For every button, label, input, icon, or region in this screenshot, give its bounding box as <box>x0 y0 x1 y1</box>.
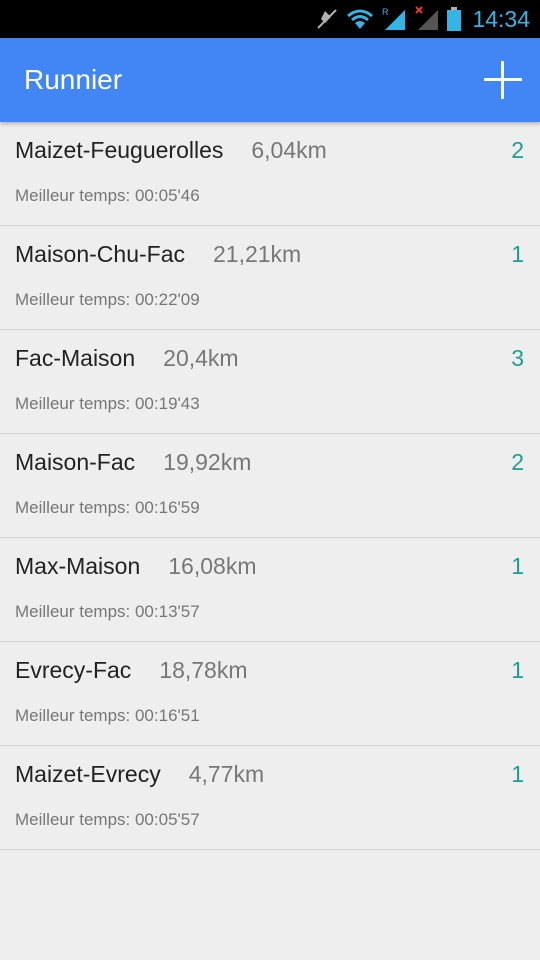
route-row[interactable]: Fac-Maison 20,4km 3 Meilleur temps: 00:19… <box>0 330 540 434</box>
route-distance: 16,08km <box>168 553 257 579</box>
route-distance: 4,77km <box>188 761 265 787</box>
route-name: Maison-Fac <box>15 449 136 475</box>
svg-text:R: R <box>382 7 389 17</box>
route-best-time: Meilleur temps: 00:16'51 <box>15 706 200 725</box>
route-best-time: Meilleur temps: 00:13'57 <box>15 602 200 621</box>
app-title: Runnier <box>24 64 123 95</box>
route-row[interactable]: Evrecy-Fac 18,78km 1 Meilleur temps: 00:1… <box>0 642 540 746</box>
route-row[interactable]: Maizet-Feuguerolles 6,04km 2 Meilleur tem… <box>0 122 540 226</box>
route-name: Fac-Maison <box>15 345 136 371</box>
app-bar: Runnier <box>0 38 540 122</box>
route-row[interactable]: Maizet-Evrecy 4,77km 1 Meilleur temps: 00… <box>0 746 540 850</box>
route-count: 1 <box>511 657 524 683</box>
route-distance: 19,92km <box>163 449 252 475</box>
battery-icon <box>447 7 462 31</box>
route-distance: 6,04km <box>251 137 327 163</box>
route-count: 3 <box>511 345 524 371</box>
route-name: Max-Maison <box>15 553 141 579</box>
wifi-icon <box>347 9 374 29</box>
signal-roaming-icon: R <box>382 7 406 30</box>
route-count: 2 <box>511 137 524 163</box>
signal-no-service-icon <box>415 6 439 30</box>
route-distance: 18,78km <box>159 657 248 683</box>
route-best-time: Meilleur temps: 00:05'46 <box>15 186 200 205</box>
route-row[interactable]: Maison-Fac 19,92km 2 Meilleur temps: 00:1… <box>0 434 540 538</box>
clock: 14:34 <box>472 5 530 32</box>
route-count: 2 <box>511 449 524 475</box>
route-best-time: Meilleur temps: 00:19'43 <box>15 394 200 413</box>
route-name: Evrecy-Fac <box>15 657 132 683</box>
route-count: 1 <box>511 241 524 267</box>
route-list: Maizet-Feuguerolles 6,04km 2 Meilleur tem… <box>0 122 540 850</box>
route-best-time: Meilleur temps: 00:22'09 <box>15 290 200 309</box>
add-route-button[interactable] <box>484 61 522 99</box>
route-distance: 21,21km <box>213 241 302 267</box>
route-row[interactable]: Max-Maison 16,08km 1 Meilleur temps: 00:1… <box>0 538 540 642</box>
route-name: Maizet-Feuguerolles <box>15 137 224 163</box>
route-count: 1 <box>511 553 524 579</box>
status-bar: R 14:34 <box>0 0 540 38</box>
mute-icon <box>317 9 338 29</box>
status-icons: R 14:34 <box>315 0 540 38</box>
route-best-time: Meilleur temps: 00:05'57 <box>15 810 200 829</box>
route-name: Maizet-Evrecy <box>15 761 161 787</box>
route-name: Maison-Chu-Fac <box>15 241 185 267</box>
route-row[interactable]: Maison-Chu-Fac 21,21km 1 Meilleur temps: … <box>0 226 540 330</box>
route-best-time: Meilleur temps: 00:16'59 <box>15 498 200 517</box>
route-distance: 20,4km <box>163 345 239 371</box>
route-count: 1 <box>511 761 524 787</box>
